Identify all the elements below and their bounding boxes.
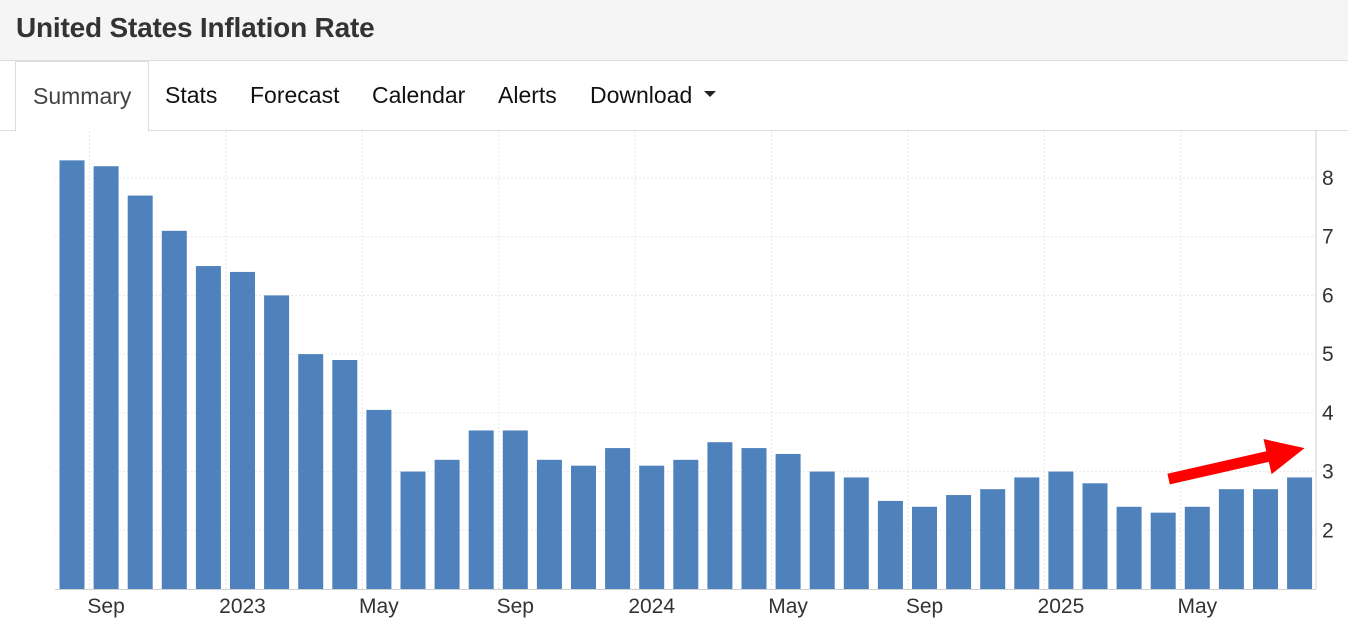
tab-stats[interactable]: Stats bbox=[165, 61, 217, 131]
bar bbox=[1048, 471, 1074, 589]
x-tick-label: Sep bbox=[87, 595, 124, 618]
caret-down-icon bbox=[704, 90, 717, 97]
bar bbox=[605, 448, 631, 589]
bar bbox=[946, 495, 972, 589]
bar bbox=[400, 471, 426, 589]
tab-download[interactable]: Download bbox=[590, 61, 717, 131]
y-axis-ticks: 2 3 4 5 6 7 8 bbox=[1322, 167, 1334, 542]
y-tick-label: 3 bbox=[1322, 461, 1334, 484]
bar bbox=[809, 471, 835, 589]
bar bbox=[639, 465, 665, 589]
bar bbox=[775, 453, 801, 589]
bar bbox=[230, 271, 255, 589]
tab-alerts[interactable]: Alerts bbox=[498, 61, 557, 131]
tab-bar: Summary Stats Forecast Calendar Alerts D… bbox=[0, 61, 1348, 132]
y-tick-label: 5 bbox=[1322, 343, 1334, 366]
bar bbox=[59, 160, 85, 589]
x-tick-label: May bbox=[768, 595, 808, 618]
x-axis-ticks: Sep 2023 May Sep 2024 May Sep 2025 May bbox=[87, 595, 1217, 618]
bar bbox=[1287, 477, 1313, 589]
x-tick-label: Sep bbox=[906, 595, 943, 618]
bar bbox=[741, 448, 767, 589]
bar bbox=[434, 459, 460, 589]
bar bbox=[980, 489, 1006, 589]
tab-forecast[interactable]: Forecast bbox=[250, 61, 339, 131]
x-tick-label: May bbox=[359, 595, 399, 618]
bar bbox=[1150, 512, 1176, 589]
tab-summary[interactable]: Summary bbox=[15, 61, 150, 132]
x-tick-label: 2023 bbox=[219, 595, 266, 618]
bar bbox=[366, 409, 392, 589]
bar bbox=[1116, 506, 1142, 589]
bar bbox=[843, 477, 869, 589]
page-header: United States Inflation Rate bbox=[0, 0, 1348, 61]
x-tick-label: Sep bbox=[497, 595, 534, 618]
chart-bars bbox=[59, 160, 1313, 590]
inflation-chart: Sep 2023 May Sep 2024 May Sep 2025 May 2 3 4 5 6 7 8 bbox=[55, 131, 1334, 618]
chart-annotation bbox=[1167, 439, 1305, 485]
bar bbox=[264, 295, 290, 589]
bar bbox=[332, 360, 358, 589]
bar bbox=[195, 266, 221, 589]
bar bbox=[1218, 489, 1244, 589]
bar bbox=[93, 166, 119, 589]
bar bbox=[707, 442, 733, 589]
bar bbox=[127, 195, 153, 589]
bar bbox=[1014, 477, 1040, 589]
tab-download-label: Download bbox=[590, 82, 693, 108]
bar bbox=[1082, 483, 1108, 589]
x-tick-label: 2025 bbox=[1038, 595, 1085, 618]
x-tick-label: 2024 bbox=[628, 595, 675, 618]
bar bbox=[468, 430, 494, 589]
y-tick-label: 2 bbox=[1322, 519, 1334, 542]
bar bbox=[536, 459, 562, 589]
page-title: United States Inflation Rate bbox=[16, 12, 375, 43]
bar bbox=[502, 430, 528, 589]
bar bbox=[161, 230, 187, 590]
bar bbox=[673, 459, 699, 589]
bar bbox=[571, 465, 596, 589]
y-tick-label: 7 bbox=[1322, 226, 1334, 249]
bar bbox=[298, 354, 324, 589]
y-tick-label: 6 bbox=[1322, 284, 1334, 307]
bar bbox=[877, 500, 903, 589]
y-tick-label: 8 bbox=[1322, 167, 1334, 190]
bar bbox=[912, 506, 937, 589]
bar bbox=[1253, 489, 1278, 589]
x-tick-label: May bbox=[1177, 595, 1217, 618]
red-arrow-icon bbox=[1167, 439, 1305, 485]
tab-calendar[interactable]: Calendar bbox=[372, 61, 465, 131]
bar bbox=[1184, 506, 1210, 589]
y-tick-label: 4 bbox=[1322, 402, 1334, 425]
